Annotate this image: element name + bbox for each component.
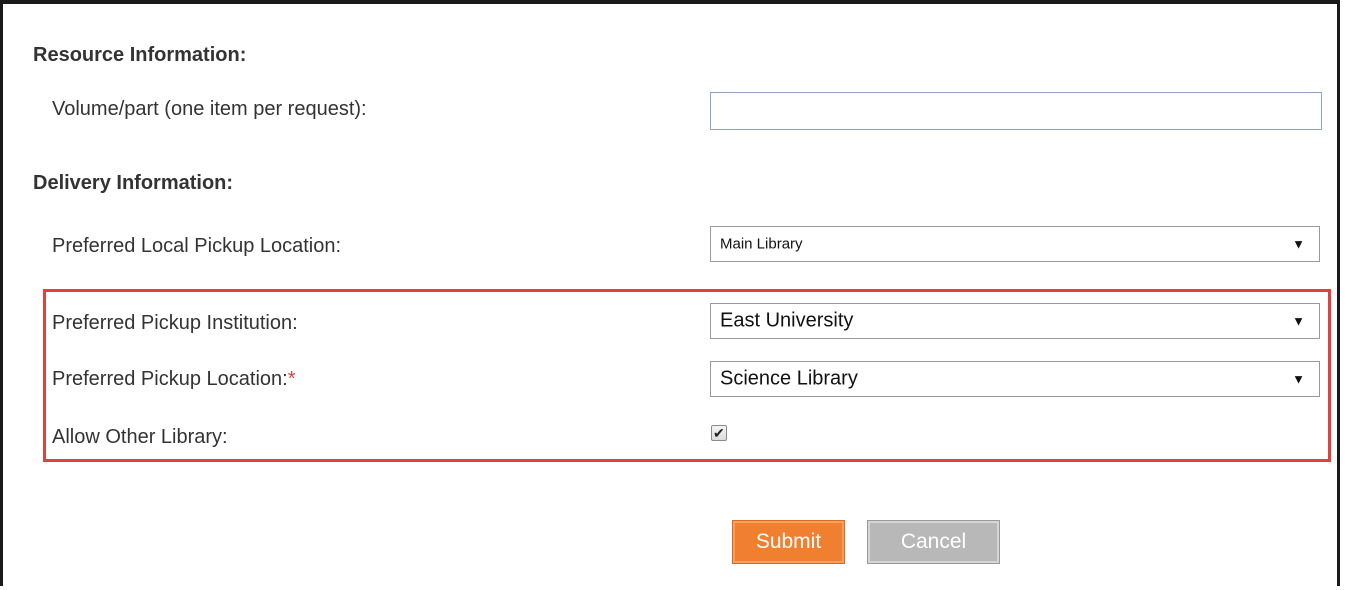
pickup-institution-selected-value: East University bbox=[720, 309, 854, 332]
volume-part-input[interactable] bbox=[710, 92, 1322, 130]
local-pickup-select[interactable]: Main Library ▼ bbox=[710, 226, 1320, 262]
chevron-down-icon: ▼ bbox=[1292, 313, 1305, 329]
checkmark-icon: ✔ bbox=[713, 425, 725, 441]
local-pickup-label: Preferred Local Pickup Location: bbox=[52, 235, 342, 257]
pickup-location-selected-value: Science Library bbox=[720, 367, 858, 390]
allow-other-library-label: Allow Other Library: bbox=[52, 426, 228, 448]
pickup-institution-label: Preferred Pickup Institution: bbox=[52, 312, 298, 334]
pickup-location-label: Preferred Pickup Location:* bbox=[52, 368, 295, 391]
delivery-information-heading: Delivery Information: bbox=[33, 172, 234, 194]
pickup-institution-select[interactable]: East University ▼ bbox=[710, 303, 1320, 339]
submit-button[interactable]: Submit bbox=[732, 520, 845, 564]
required-marker: * bbox=[287, 368, 296, 390]
local-pickup-selected-value: Main Library bbox=[720, 235, 803, 253]
chevron-down-icon: ▼ bbox=[1292, 236, 1305, 252]
allow-other-library-checkbox[interactable]: ✔ bbox=[711, 425, 727, 441]
pickup-location-label-text: Preferred Pickup Location: bbox=[52, 368, 288, 390]
resource-information-heading: Resource Information: bbox=[33, 44, 247, 66]
chevron-down-icon: ▼ bbox=[1292, 371, 1305, 387]
pickup-location-select[interactable]: Science Library ▼ bbox=[710, 361, 1320, 397]
cancel-button[interactable]: Cancel bbox=[867, 520, 1000, 564]
volume-part-label: Volume/part (one item per request): bbox=[52, 98, 367, 120]
